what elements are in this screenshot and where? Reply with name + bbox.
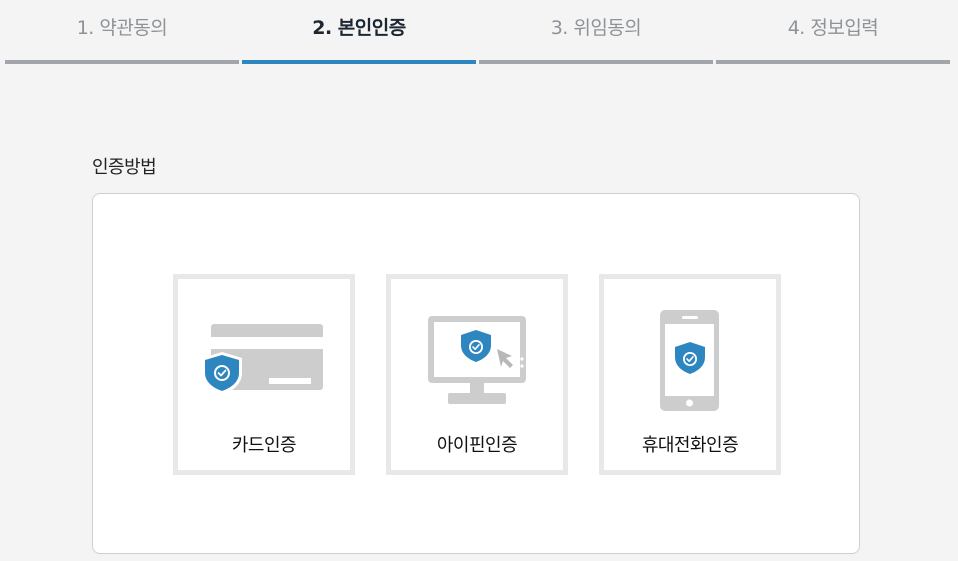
step-delegation-agreement: 3. 위임동의 bbox=[479, 0, 713, 64]
step-progress: 1. 약관동의 2. 본인인증 3. 위임동의 4. 정보입력 bbox=[0, 0, 958, 64]
step-info-input: 4. 정보입력 bbox=[716, 0, 950, 64]
step-bar bbox=[716, 60, 950, 64]
step-bar bbox=[479, 60, 713, 64]
step-label: 2. 본인인증 bbox=[312, 17, 406, 39]
step-identity-verification: 2. 본인인증 bbox=[242, 0, 476, 64]
card-auth-label: 카드인증 bbox=[231, 435, 297, 456]
phone-auth-option[interactable]: 휴대전화인증 bbox=[599, 274, 781, 475]
ipin-auth-label: 아이핀인증 bbox=[436, 435, 518, 456]
card-auth-option[interactable]: 카드인증 bbox=[173, 274, 355, 475]
step-bar bbox=[5, 60, 239, 64]
section-title: 인증방법 bbox=[92, 157, 157, 178]
step-terms-agreement: 1. 약관동의 bbox=[5, 0, 239, 64]
step-label: 4. 정보입력 bbox=[787, 17, 879, 39]
step-label: 3. 위임동의 bbox=[550, 17, 642, 39]
step-label: 1. 약관동의 bbox=[76, 17, 168, 39]
phone-auth-label: 휴대전화인증 bbox=[641, 435, 739, 456]
ipin-auth-option[interactable]: 아이핀인증 bbox=[386, 274, 568, 475]
step-bar bbox=[242, 60, 476, 64]
